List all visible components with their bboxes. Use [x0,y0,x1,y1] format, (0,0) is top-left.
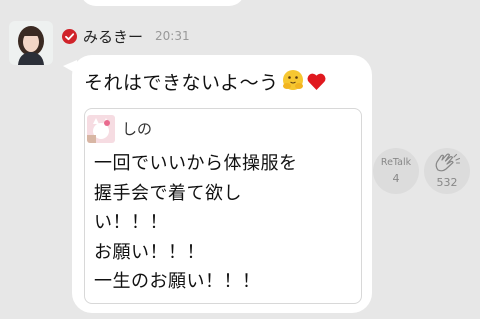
quoted-line: お願い！！！ [94,241,205,263]
quoted-user-name: しの [122,120,153,138]
sender-avatar[interactable] [9,21,53,65]
previous-message-bubble [80,0,245,6]
retalk-button[interactable]: ReTalk 4 [373,148,419,194]
quoted-line: 一回でいいから体操服を [94,153,298,174]
clapping-hands-icon [433,153,461,173]
quoted-message-text: 一回でいいから体操服を 握手会で着て欲し い！！！ お願い！！！ 一生のお願い！… [94,149,356,297]
quoted-line: い！！！ [94,212,168,233]
quoted-line: 一生のお願い！！！ [94,271,261,292]
quoted-user-avatar [87,115,115,143]
hugging-face-emoji-icon [281,69,305,93]
sender-row: みるきー 20:31 [62,26,190,46]
sender-name[interactable]: みるきー [83,26,143,47]
retalk-count: 4 [392,171,400,185]
clap-button[interactable]: 532 [424,148,470,194]
message-text: それはできないよ～う [84,71,279,94]
verified-check-icon [62,28,77,44]
retalk-label: ReTalk [380,156,412,168]
quoted-line: 握手会で着て欲し [94,182,242,204]
clap-count: 532 [436,175,458,189]
message-time: 20:31 [155,29,190,43]
message-row: それはできないよ～う [84,66,327,96]
red-heart-icon [306,71,327,92]
